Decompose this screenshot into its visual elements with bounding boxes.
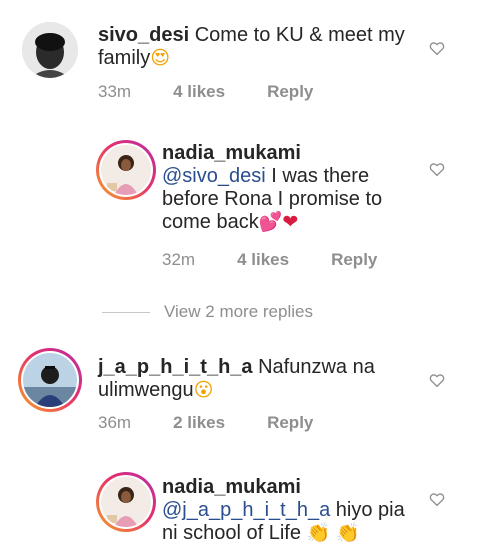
username[interactable]: sivo_desi <box>98 24 189 46</box>
reply-nadia-mukami-1: nadia_mukami @sivo_desi I was there befo… <box>0 130 480 280</box>
comment-body-line3: come back <box>162 211 259 233</box>
comment-text: nadia_mukami @j_a_p_h_i_t_h_a hiyo pia n… <box>162 476 432 545</box>
comment-body: hiyo pia <box>330 499 405 521</box>
comment-text: j_a_p_h_i_t_h_a Nafunzwa na ulimwengu😮 <box>98 356 418 402</box>
comment-body-line2: ulimwengu <box>98 379 194 401</box>
comment-body: Come to KU & meet my <box>194 24 405 46</box>
view-more-replies-button[interactable]: View 2 more replies <box>102 302 313 322</box>
username[interactable]: nadia_mukami <box>162 142 301 164</box>
username[interactable]: nadia_mukami <box>162 476 301 498</box>
avatar[interactable] <box>18 348 82 412</box>
reply-button[interactable]: Reply <box>267 82 313 102</box>
timestamp: 33m <box>98 82 132 101</box>
reply-button[interactable]: Reply <box>331 250 377 270</box>
view-more-label: View 2 more replies <box>164 302 313 321</box>
likes-count[interactable]: 4 likes <box>173 82 225 102</box>
comment-body-line2: before Rona I promise to <box>162 188 383 210</box>
comment-text: nadia_mukami @sivo_desi I was there befo… <box>162 142 432 234</box>
comment-meta: 36m 2 likes Reply <box>98 413 313 433</box>
avatar[interactable] <box>96 472 156 532</box>
comment-body-line2: family <box>98 47 151 69</box>
avatar[interactable] <box>96 140 156 200</box>
reply-nadia-mukami-2: nadia_mukami @j_a_p_h_i_t_h_a hiyo pia n… <box>0 462 480 552</box>
timestamp: 32m <box>162 250 196 269</box>
comment-body: I was there <box>265 165 370 187</box>
reply-button[interactable]: Reply <box>267 413 313 433</box>
comment-body-line2: ni school of Life <box>162 522 307 544</box>
timestamp: 36m <box>98 413 132 432</box>
heart-icon[interactable] <box>428 160 446 178</box>
comment-body: Nafunzwa na <box>258 356 375 378</box>
comment-japhitha: j_a_p_h_i_t_h_a Nafunzwa na ulimwengu😮 3… <box>0 340 480 450</box>
heart-eyes-emoji: 😍 <box>150 47 171 69</box>
mention-link[interactable]: @j_a_p_h_i_t_h_a <box>162 499 330 521</box>
likes-count[interactable]: 4 likes <box>237 250 289 270</box>
surprised-face-emoji: 😮 <box>193 379 214 401</box>
hearts-emoji: 💕❤ <box>258 211 299 233</box>
comment-sivo-desi: sivo_desi Come to KU & meet my family😍 3… <box>0 0 480 120</box>
comment-meta: 33m 4 likes Reply <box>98 82 313 102</box>
divider-line <box>102 311 150 313</box>
heart-icon[interactable] <box>428 371 446 389</box>
comment-text: sivo_desi Come to KU & meet my family😍 <box>98 24 418 70</box>
clapping-hands-emoji: 👏 👏 <box>306 522 360 544</box>
comment-meta: 32m 4 likes Reply <box>162 250 377 270</box>
heart-icon[interactable] <box>428 39 446 57</box>
mention-link[interactable]: @sivo_desi <box>162 165 266 187</box>
avatar[interactable] <box>22 22 78 78</box>
username[interactable]: j_a_p_h_i_t_h_a <box>98 356 253 378</box>
likes-count[interactable]: 2 likes <box>173 413 225 433</box>
heart-icon[interactable] <box>428 490 446 508</box>
